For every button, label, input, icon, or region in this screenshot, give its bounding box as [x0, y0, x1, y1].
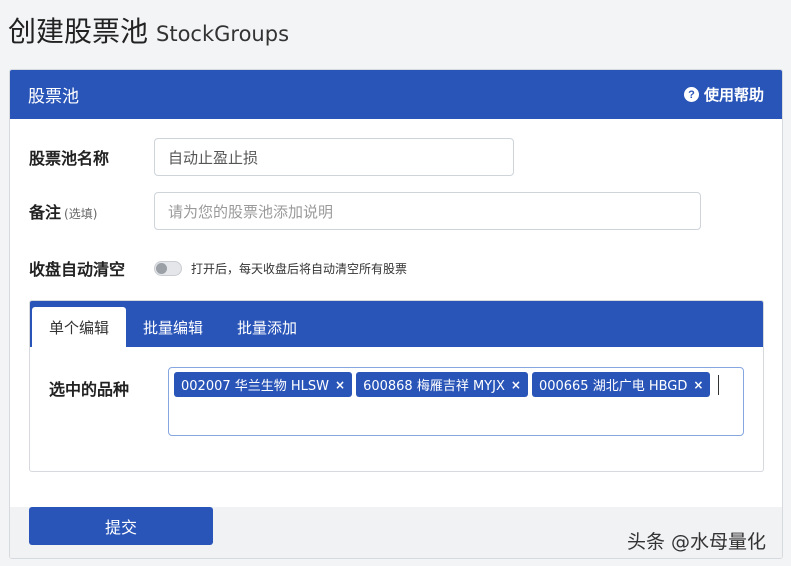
- note-label: 备注 (选填): [10, 199, 154, 223]
- note-optional: (选填): [64, 207, 98, 221]
- page-title-en: StockGroups: [156, 22, 290, 46]
- page-title-zh: 创建股票池: [8, 15, 149, 48]
- note-row: 备注 (选填) 请为您的股票池添加说明: [10, 192, 701, 230]
- auto-clear-toggle[interactable]: [154, 260, 182, 276]
- tag-text: 600868 梅雁吉祥 MYJX: [363, 379, 505, 394]
- submit-button[interactable]: 提交: [29, 507, 213, 545]
- selected-tag: 002007 华兰生物 HLSW ×: [174, 372, 353, 397]
- note-input[interactable]: 请为您的股票池添加说明: [154, 192, 701, 230]
- remove-tag-icon[interactable]: ×: [335, 378, 345, 392]
- help-link[interactable]: ? 使用帮助: [683, 84, 764, 105]
- note-label-text: 备注: [29, 203, 62, 222]
- selected-label: 选中的品种: [49, 380, 130, 399]
- tag-text: 002007 华兰生物 HLSW: [181, 379, 330, 394]
- tab-batch-edit[interactable]: 批量编辑: [126, 307, 220, 347]
- tab-bar: 单个编辑 批量编辑 批量添加: [30, 301, 763, 347]
- page-title: 创建股票池 StockGroups: [8, 10, 289, 50]
- remove-tag-icon[interactable]: ×: [693, 378, 703, 392]
- auto-clear-desc: 打开后，每天收盘后将自动清空所有股票: [191, 261, 408, 276]
- tab-batch-add[interactable]: 批量添加: [220, 307, 314, 347]
- help-label: 使用帮助: [703, 86, 764, 104]
- auto-clear-label: 收盘自动清空: [29, 260, 126, 279]
- card-header: 股票池 ? 使用帮助: [10, 70, 782, 119]
- selected-tag: 600868 梅雁吉祥 MYJX ×: [356, 372, 528, 397]
- selected-tags-input[interactable]: 002007 华兰生物 HLSW × 600868 梅雁吉祥 MYJX × 00…: [168, 367, 744, 436]
- name-row: 股票池名称 自动止盈止损: [10, 138, 514, 176]
- name-label: 股票池名称: [29, 149, 110, 168]
- stock-pool-card: 股票池 ? 使用帮助 股票池名称 自动止盈止损 备注 (选填) 请为您的股票池添加…: [9, 69, 783, 559]
- watermark: 头条 @水母量化: [627, 531, 767, 553]
- auto-clear-row: 收盘自动清空 打开后，每天收盘后将自动清空所有股票: [10, 256, 407, 280]
- selected-tag: 000665 湖北广电 HBGD ×: [531, 372, 711, 397]
- name-input[interactable]: 自动止盈止损: [154, 138, 514, 176]
- edit-panel: 单个编辑 批量编辑 批量添加 选中的品种 002007 华兰生物 HLSW × …: [29, 300, 764, 472]
- text-caret: [718, 375, 720, 395]
- remove-tag-icon[interactable]: ×: [511, 378, 521, 392]
- tag-text: 000665 湖北广电 HBGD: [538, 379, 688, 394]
- tab-single-edit[interactable]: 单个编辑: [32, 307, 127, 347]
- question-circle-icon: ?: [683, 87, 699, 102]
- card-title: 股票池: [28, 87, 79, 107]
